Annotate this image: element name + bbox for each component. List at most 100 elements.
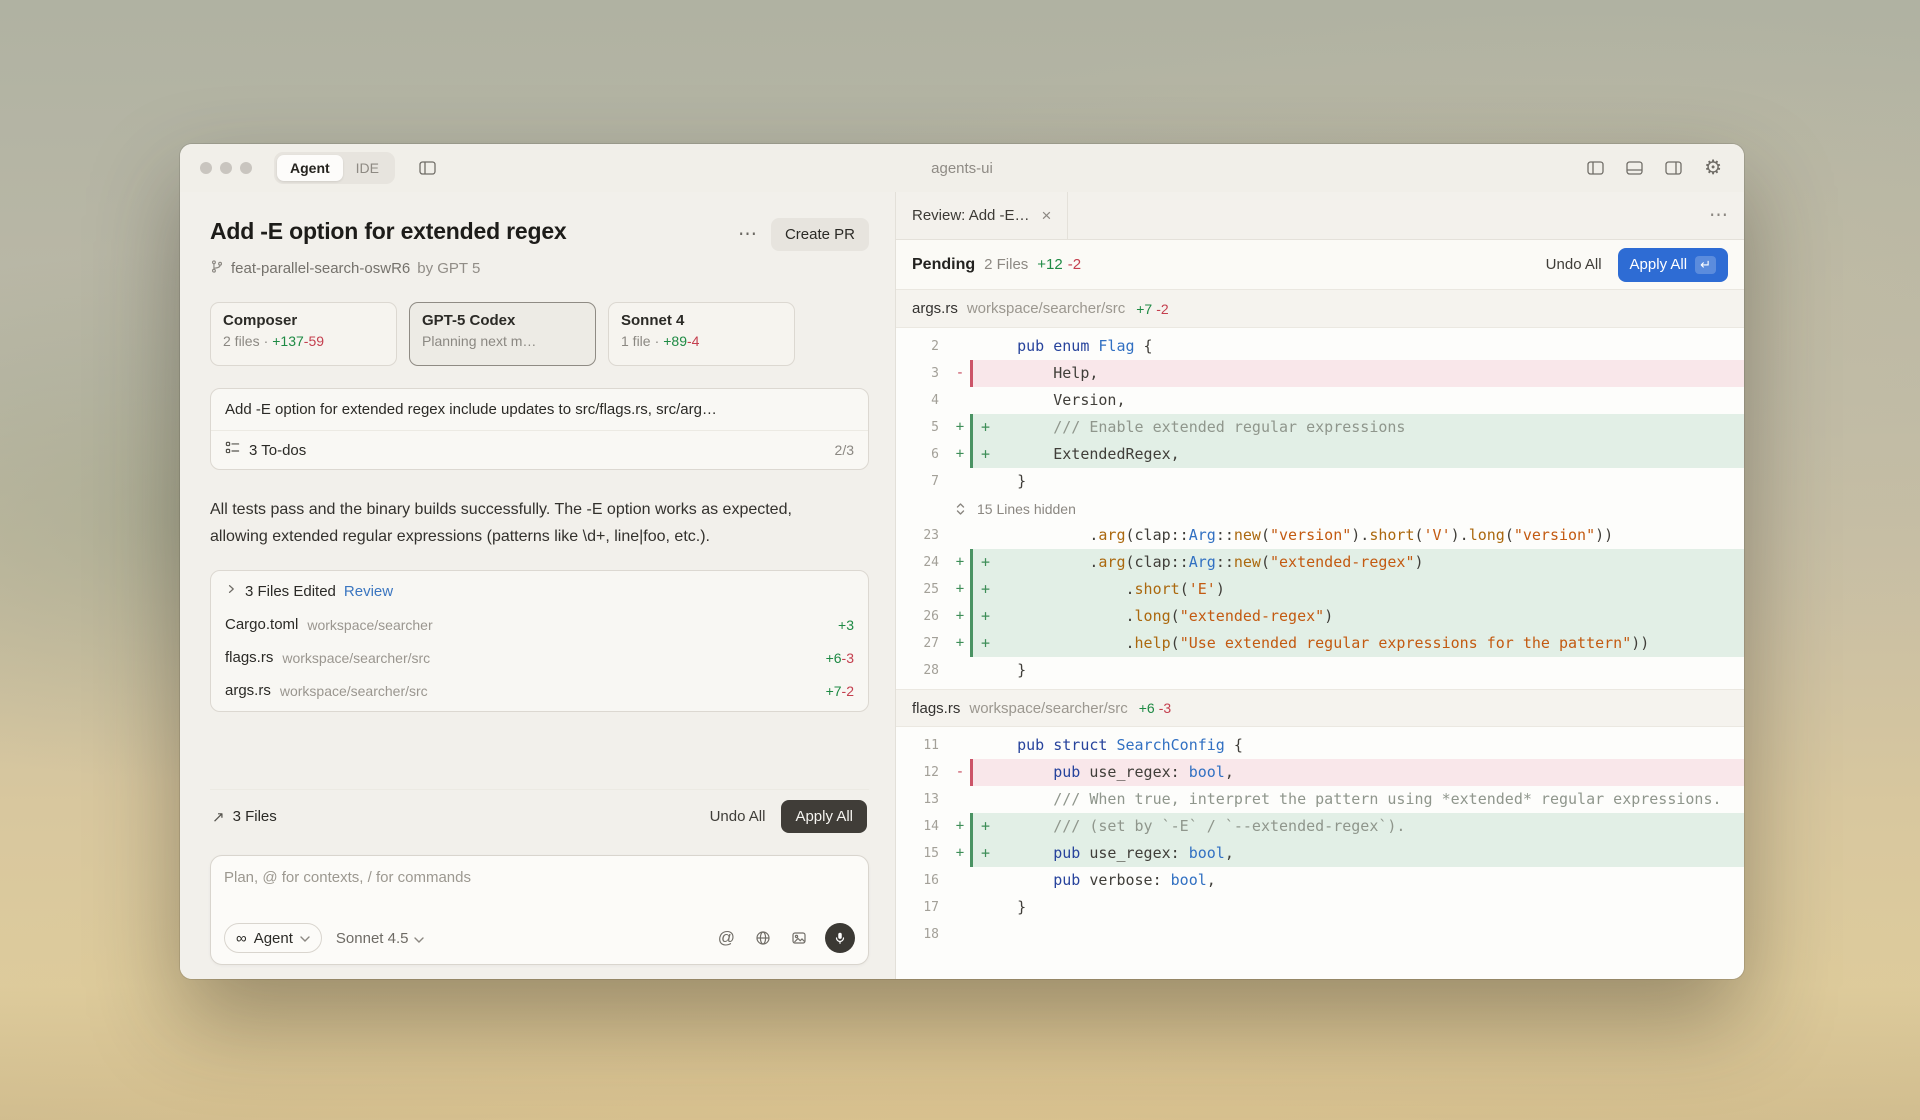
file-name: flags.rs: [912, 700, 960, 717]
agent-card-gpt5-codex[interactable]: GPT-5 Codex Planning next m…: [409, 302, 596, 366]
sidebar-toggle-icon[interactable]: [417, 159, 438, 177]
file-name: args.rs: [912, 300, 958, 317]
panel-bottom-icon[interactable]: [1624, 159, 1645, 177]
code-line: + /// Enable extended regular expression…: [970, 414, 1744, 441]
todos-row[interactable]: 3 To-dos 2/3: [211, 430, 868, 469]
microphone-button[interactable]: [825, 923, 855, 953]
create-pr-button[interactable]: Create PR: [771, 218, 869, 251]
line-number: 28: [896, 657, 950, 684]
web-globe-icon[interactable]: [753, 928, 773, 948]
diff-file-header[interactable]: flags.rsworkspace/searcher/src+6-3: [896, 689, 1744, 727]
composer-toolbar: ∞ Agent Sonnet 4.5 @: [224, 923, 855, 953]
pending-actions: Undo All Apply All ↵: [1546, 248, 1728, 282]
git-branch-icon: [210, 259, 224, 278]
composer-box: ∞ Agent Sonnet 4.5 @: [210, 855, 869, 965]
undo-all-button[interactable]: Undo All: [1546, 256, 1602, 273]
agent-mode-selector[interactable]: ∞ Agent: [224, 923, 322, 953]
diff-marker: +: [950, 441, 970, 468]
panel-right-icon[interactable]: [1663, 159, 1684, 177]
agent-meta: 2 files·+137-59: [223, 333, 384, 349]
branch-name: feat-parallel-search-oswR6: [231, 260, 410, 277]
minimize-window-button[interactable]: [220, 162, 232, 174]
diff-row: 12- pub use_regex: bool,: [896, 759, 1744, 786]
task-header: Add -E option for extended regex ⋯ Creat…: [210, 218, 869, 251]
changed-files-count[interactable]: 3 Files: [233, 808, 277, 825]
agent-card-composer[interactable]: Composer 2 files·+137-59: [210, 302, 397, 366]
tab-agent[interactable]: Agent: [277, 155, 343, 181]
code-line: /// When true, interpret the pattern usi…: [970, 786, 1744, 813]
close-icon[interactable]: ×: [1042, 207, 1052, 224]
file-path: workspace/searcher/src: [282, 650, 430, 666]
diff-row: 3- Help,: [896, 360, 1744, 387]
line-number: 2: [896, 333, 950, 360]
deletions-count: -2: [1156, 301, 1168, 317]
edited-file-row[interactable]: flags.rs workspace/searcher/src +6-3: [211, 641, 868, 674]
diff-row: 24++ .arg(clap::Arg::new("extended-regex…: [896, 549, 1744, 576]
edited-file-row[interactable]: Cargo.toml workspace/searcher +3: [211, 608, 868, 641]
diff-row: 26++ .long("extended-regex"): [896, 603, 1744, 630]
page-title: Add -E option for extended regex: [210, 218, 567, 245]
agent-card-sonnet4[interactable]: Sonnet 4 1 file·+89-4: [608, 302, 795, 366]
code-line: + .long("extended-regex"): [970, 603, 1744, 630]
additions-count: +89: [663, 333, 687, 349]
separator-dot: ·: [655, 333, 660, 349]
diff-marker: -: [950, 360, 970, 387]
code-line: + ExtendedRegex,: [970, 441, 1744, 468]
code-line: pub use_regex: bool,: [970, 759, 1744, 786]
diff-row: 11 pub struct SearchConfig {: [896, 732, 1744, 759]
apply-all-button[interactable]: Apply All ↵: [1618, 248, 1728, 282]
tab-review[interactable]: Review: Add -E… ×: [896, 192, 1068, 239]
diff-marker: [950, 468, 970, 495]
files-count: 1 file: [621, 333, 651, 349]
deletions-count: -3: [1159, 700, 1171, 716]
chevron-down-icon: [300, 929, 310, 947]
task-summary-card[interactable]: Add -E option for extended regex include…: [210, 388, 869, 470]
line-number: 18: [896, 921, 950, 948]
window-title: agents-ui: [931, 160, 993, 177]
diff-marker: [950, 657, 970, 684]
todos-label: 3 To-dos: [249, 442, 306, 459]
code-line: Help,: [970, 360, 1744, 387]
line-number: 5: [896, 414, 950, 441]
review-link[interactable]: Review: [344, 583, 393, 600]
more-options-icon[interactable]: ⋯: [738, 225, 757, 244]
code-line: pub enum Flag {: [970, 333, 1744, 360]
diff-hunk: 11 pub struct SearchConfig {12- pub use_…: [896, 727, 1744, 953]
zoom-window-button[interactable]: [240, 162, 252, 174]
hidden-lines-label: 15 Lines hidden: [977, 501, 1076, 517]
panel-left-icon[interactable]: [1585, 159, 1606, 177]
return-key-icon: ↵: [1695, 256, 1716, 274]
agent-status: Planning next m…: [422, 333, 583, 349]
model-selector[interactable]: Sonnet 4.5: [336, 930, 425, 947]
composer-input[interactable]: [224, 869, 855, 886]
line-number: 25: [896, 576, 950, 603]
files-count: 2 files: [223, 333, 260, 349]
diff-row: 4 Version,: [896, 387, 1744, 414]
hidden-lines-expander[interactable]: 15 Lines hidden: [896, 495, 1744, 522]
close-window-button[interactable]: [200, 162, 212, 174]
image-attach-icon[interactable]: [789, 928, 809, 948]
edited-file-row[interactable]: args.rs workspace/searcher/src +7-2: [211, 674, 868, 711]
desktop-wallpaper: Agent IDE agents-ui ⚙: [0, 0, 1920, 1120]
pending-files-count: 2 Files: [984, 256, 1028, 273]
settings-gear-icon[interactable]: ⚙: [1702, 156, 1724, 180]
review-tabbar: Review: Add -E… × ⋯: [896, 192, 1744, 240]
chevron-down-icon: [414, 930, 424, 947]
branch-author: by GPT 5: [417, 260, 480, 277]
diff-marker: [950, 894, 970, 921]
diff-hunk: 2 pub enum Flag {3- Help,4 Version,5++ /…: [896, 328, 1744, 689]
tab-more-options-icon[interactable]: ⋯: [1709, 204, 1744, 227]
files-edited-header[interactable]: 3 Files Edited Review: [211, 571, 868, 608]
file-name: Cargo.toml: [225, 616, 298, 633]
diff-file-header[interactable]: args.rsworkspace/searcher/src+7-2: [896, 290, 1744, 328]
file-name: args.rs: [225, 682, 271, 699]
line-number: 27: [896, 630, 950, 657]
undo-all-button[interactable]: Undo All: [710, 808, 766, 825]
pending-bar: Pending 2 Files +12-2 Undo All Apply All…: [896, 240, 1744, 290]
tab-ide[interactable]: IDE: [343, 155, 392, 181]
deletions-count: -59: [304, 333, 324, 349]
apply-all-button[interactable]: Apply All: [781, 800, 867, 833]
code-line: .arg(clap::Arg::new("version").short('V'…: [970, 522, 1744, 549]
diff-marker: +: [950, 840, 970, 867]
mention-icon[interactable]: @: [716, 926, 737, 950]
